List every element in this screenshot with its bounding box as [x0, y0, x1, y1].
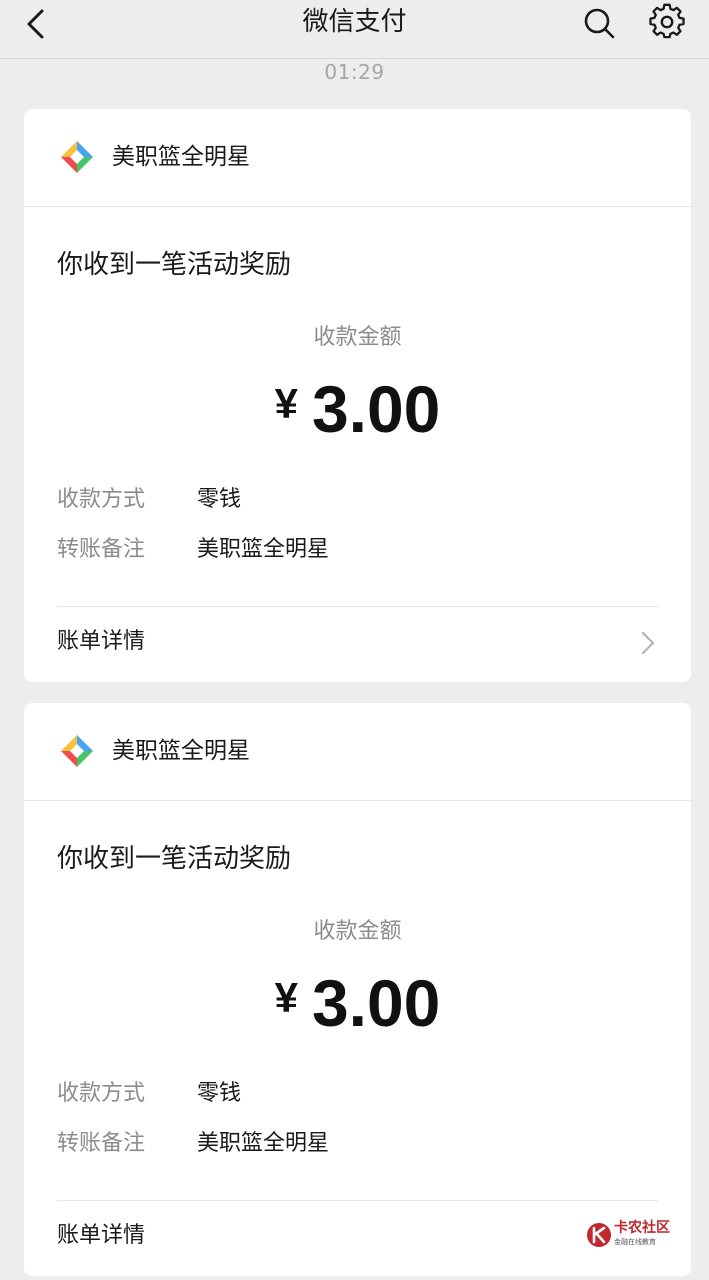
nav-bar: 微信支付	[0, 0, 709, 59]
amount-display: ¥3.00	[24, 965, 691, 1041]
brand-name: 美职篮全明星	[112, 738, 250, 764]
transfer-note-value: 美职篮全明星	[197, 1131, 330, 1156]
payment-method-value: 零钱	[197, 1081, 242, 1106]
bill-details-label: 账单详情	[57, 1223, 146, 1248]
payment-card[interactable]: 美职篮全明星 你收到一笔活动奖励 收款金额 ¥3.00 收款方式 零钱 转账备注…	[24, 109, 691, 682]
notification-headline: 你收到一笔活动奖励	[57, 250, 292, 280]
search-button[interactable]	[580, 4, 618, 42]
message-timestamp: 01:29	[324, 60, 385, 84]
transfer-note-label: 转账备注	[57, 1131, 146, 1156]
amount-label: 收款金额	[313, 919, 402, 944]
payment-method-label: 收款方式	[57, 1081, 146, 1106]
bill-details-label: 账单详情	[57, 629, 146, 654]
community-watermark: 卡农社区 金融在线教育	[586, 1220, 676, 1250]
payment-method-value: 零钱	[197, 487, 242, 512]
bill-details-link[interactable]: 账单详情	[24, 607, 691, 682]
settings-button[interactable]	[648, 3, 686, 41]
card-header[interactable]: 美职篮全明星	[24, 703, 691, 801]
watermark-name: 卡农社区	[614, 1220, 670, 1236]
payment-method-label: 收款方式	[57, 487, 146, 512]
transfer-note-label: 转账备注	[57, 537, 146, 562]
card-header[interactable]: 美职篮全明星	[24, 109, 691, 207]
search-icon	[584, 8, 615, 39]
amount-label: 收款金额	[313, 325, 402, 350]
amount-value: 3.00	[311, 966, 441, 1040]
currency-symbol: ¥	[274, 380, 298, 427]
brand-name: 美职篮全明星	[112, 144, 250, 170]
notification-headline: 你收到一笔活动奖励	[57, 844, 292, 874]
amount-display: ¥3.00	[24, 371, 691, 447]
brand-logo-icon	[61, 735, 93, 767]
chevron-right-icon	[641, 631, 655, 655]
watermark-logo-icon	[587, 1223, 611, 1247]
currency-symbol: ¥	[274, 974, 298, 1021]
brand-logo-icon	[61, 141, 93, 173]
amount-value: 3.00	[311, 372, 441, 446]
transfer-note-value: 美职篮全明星	[197, 537, 330, 562]
gear-icon	[649, 3, 685, 39]
payment-card[interactable]: 美职篮全明星 你收到一笔活动奖励 收款金额 ¥3.00 收款方式 零钱 转账备注…	[24, 703, 691, 1276]
watermark-tagline: 金融在线教育	[614, 1238, 656, 1246]
